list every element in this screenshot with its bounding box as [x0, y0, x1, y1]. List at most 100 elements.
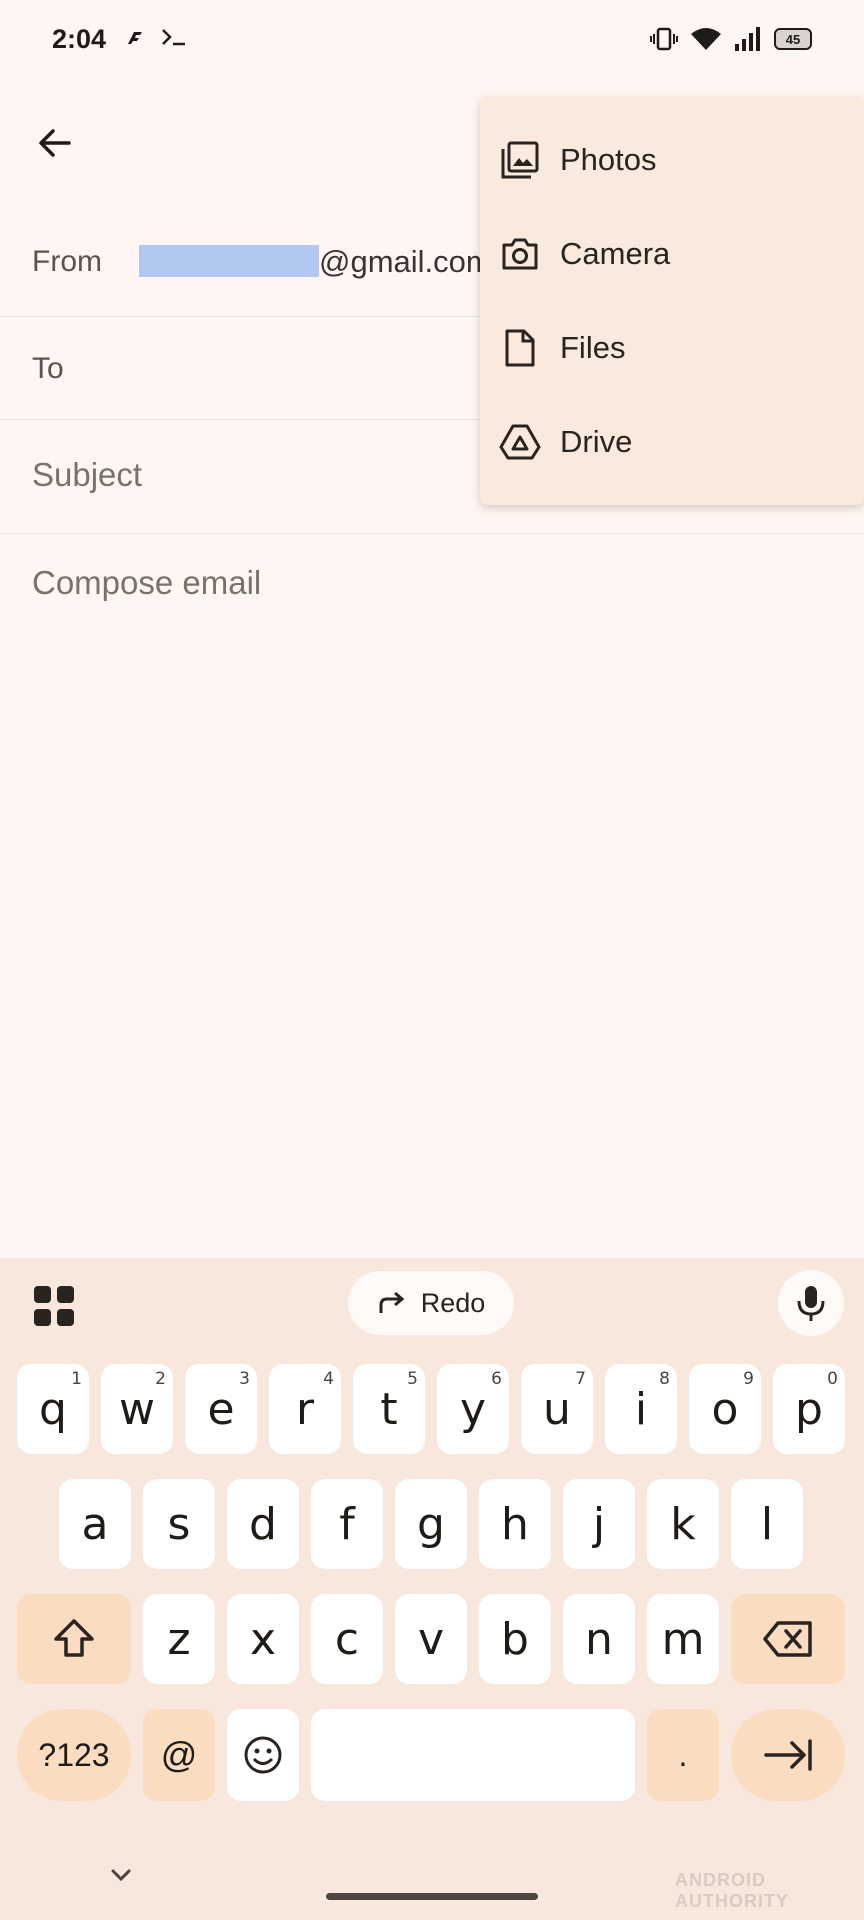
- grid-icon: [34, 1286, 74, 1326]
- key-n[interactable]: n: [563, 1594, 635, 1684]
- terminal-icon: [162, 29, 185, 46]
- status-time: 2:04: [52, 24, 107, 54]
- emoji-key[interactable]: [227, 1709, 299, 1801]
- vibrate-icon: [650, 27, 678, 51]
- key-hint: 0: [827, 1369, 838, 1389]
- menu-label: Camera: [560, 236, 671, 271]
- back-button[interactable]: [30, 118, 80, 168]
- key-letter: w: [119, 1383, 155, 1435]
- menu-label: Photos: [560, 142, 657, 177]
- key-i[interactable]: i8: [605, 1364, 677, 1454]
- key-letter: e: [207, 1383, 235, 1435]
- key-hint: 8: [659, 1369, 670, 1389]
- redo-button[interactable]: Redo: [348, 1271, 514, 1335]
- key-g[interactable]: g: [395, 1479, 467, 1569]
- key-p[interactable]: p0: [773, 1364, 845, 1454]
- period-key[interactable]: .: [647, 1709, 719, 1801]
- wifi-icon: [691, 28, 721, 50]
- key-hint: 9: [743, 1369, 754, 1389]
- key-z[interactable]: z: [143, 1594, 215, 1684]
- key-e[interactable]: e3: [185, 1364, 257, 1454]
- key-v[interactable]: v: [395, 1594, 467, 1684]
- key-x[interactable]: x: [227, 1594, 299, 1684]
- emoji-icon: [244, 1736, 282, 1774]
- key-l[interactable]: l: [731, 1479, 803, 1569]
- key-j[interactable]: j: [563, 1479, 635, 1569]
- key-u[interactable]: u7: [521, 1364, 593, 1454]
- hide-keyboard-button[interactable]: [106, 1860, 136, 1890]
- menu-item-drive[interactable]: Drive: [480, 395, 864, 489]
- key-hint: 4: [323, 1369, 334, 1389]
- keyboard: [0, 1258, 864, 1920]
- subject-placeholder: Subject: [32, 456, 143, 493]
- key-h[interactable]: h: [479, 1479, 551, 1569]
- key-letter: t: [380, 1383, 398, 1435]
- at-key[interactable]: @: [143, 1709, 215, 1801]
- status-right-icons: 45: [650, 26, 812, 52]
- key-hint: 1: [71, 1369, 82, 1389]
- enter-key[interactable]: [731, 1709, 845, 1801]
- app-notification-icon: [128, 32, 142, 44]
- watermark: ANDROID AUTHORITY: [675, 1870, 789, 1911]
- backspace-key[interactable]: [731, 1594, 845, 1684]
- chevron-down-icon: [111, 1869, 131, 1882]
- key-hint: 5: [407, 1369, 418, 1389]
- status-left-icons: [124, 26, 188, 48]
- home-indicator[interactable]: [326, 1893, 538, 1900]
- backspace-icon: [763, 1621, 812, 1657]
- key-b[interactable]: b: [479, 1594, 551, 1684]
- key-s[interactable]: s: [143, 1479, 215, 1569]
- menu-item-files[interactable]: Files: [480, 301, 864, 395]
- redo-label: Redo: [420, 1287, 486, 1318]
- key-f[interactable]: f: [311, 1479, 383, 1569]
- camera-icon: [498, 232, 542, 276]
- space-key[interactable]: [311, 1709, 635, 1801]
- menu-item-photos[interactable]: Photos: [480, 113, 864, 207]
- key-letter: r: [295, 1383, 315, 1435]
- attach-menu: Photos Camera Files Drive: [480, 97, 864, 505]
- key-y[interactable]: y6: [437, 1364, 509, 1454]
- battery-icon: 45: [774, 28, 812, 50]
- key-hint: 7: [575, 1369, 586, 1389]
- key-letter: o: [711, 1383, 739, 1435]
- redacted-email-highlight: [139, 245, 319, 277]
- keyboard-apps-button[interactable]: [32, 1284, 76, 1328]
- file-icon: [498, 326, 542, 370]
- key-hint: 2: [155, 1369, 166, 1389]
- symbols-key[interactable]: ?123: [17, 1709, 131, 1801]
- key-letter: u: [543, 1383, 571, 1435]
- key-q[interactable]: q1: [17, 1364, 89, 1454]
- shift-key[interactable]: [17, 1594, 131, 1684]
- photos-icon: [498, 138, 542, 182]
- key-letter: i: [634, 1383, 648, 1435]
- key-w[interactable]: w2: [101, 1364, 173, 1454]
- menu-item-camera[interactable]: Camera: [480, 207, 864, 301]
- voice-input-button[interactable]: [778, 1270, 844, 1336]
- key-d[interactable]: d: [227, 1479, 299, 1569]
- key-letter: p: [795, 1383, 823, 1435]
- compose-body-field[interactable]: Compose email: [32, 564, 261, 602]
- redo-icon: [379, 1291, 405, 1313]
- key-k[interactable]: k: [647, 1479, 719, 1569]
- key-letter: q: [39, 1383, 67, 1435]
- from-label: From: [32, 245, 102, 278]
- tab-next-icon: [764, 1739, 812, 1771]
- key-o[interactable]: o9: [689, 1364, 761, 1454]
- drive-icon: [498, 420, 542, 464]
- key-hint: 3: [239, 1369, 250, 1389]
- shift-icon: [54, 1619, 94, 1657]
- menu-label: Files: [560, 330, 626, 365]
- menu-label: Drive: [560, 424, 633, 459]
- key-c[interactable]: c: [311, 1594, 383, 1684]
- key-t[interactable]: t5: [353, 1364, 425, 1454]
- key-hint: 6: [491, 1369, 502, 1389]
- key-a[interactable]: a: [59, 1479, 131, 1569]
- signal-icon: [735, 27, 760, 51]
- key-m[interactable]: m: [647, 1594, 719, 1684]
- from-email[interactable]: @gmail.com: [319, 244, 492, 280]
- mic-icon: [797, 1286, 825, 1321]
- key-letter: y: [459, 1383, 487, 1435]
- key-r[interactable]: r4: [269, 1364, 341, 1454]
- to-label: To: [32, 352, 64, 385]
- back-arrow-icon: [39, 129, 71, 157]
